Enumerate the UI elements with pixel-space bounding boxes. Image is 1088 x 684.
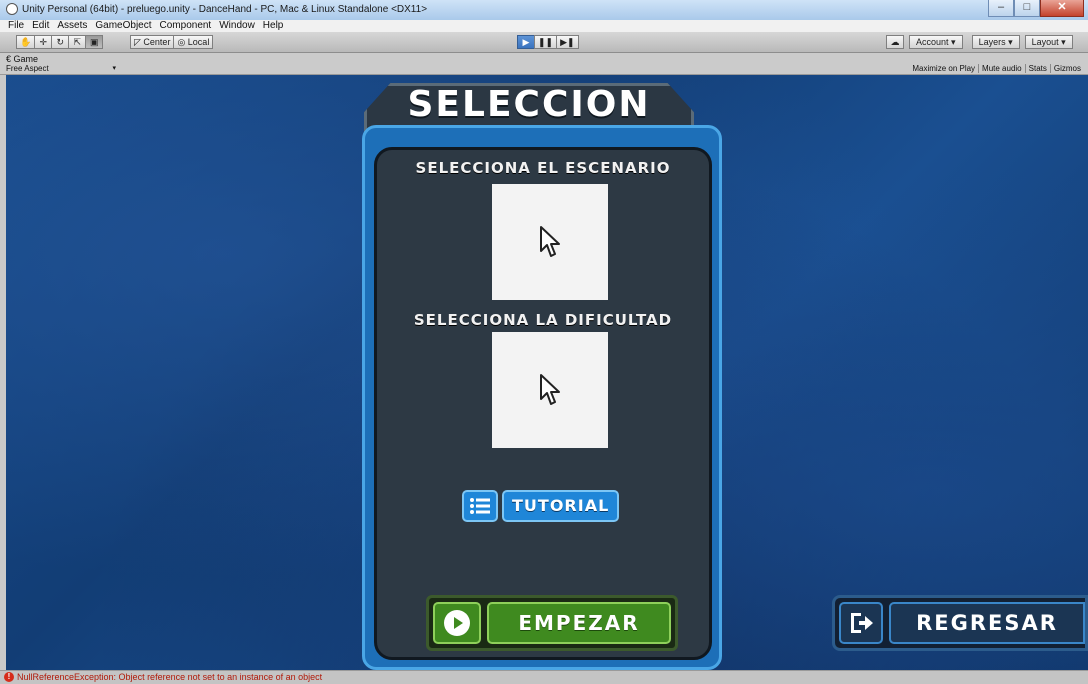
gizmos-dropdown[interactable]: Gizmos: [1049, 64, 1084, 73]
aspect-dropdown[interactable]: Free Aspect ▾: [6, 64, 116, 73]
game-tab-icon: €: [6, 54, 14, 64]
menu-file[interactable]: File: [8, 20, 24, 32]
tutorial-group: TUTORIAL: [462, 490, 620, 522]
cursor-icon: [537, 225, 563, 259]
pivot-center-icon: ◸: [134, 37, 144, 47]
window-titlebar[interactable]: Unity Personal (64bit) - preluego.unity …: [0, 0, 1088, 21]
scale-tool-icon[interactable]: ⇱: [68, 35, 87, 49]
globe-icon: ◎: [177, 37, 188, 47]
pause-button[interactable]: ❚❚: [534, 35, 558, 49]
pivot-center-button[interactable]: ◸ Center: [130, 35, 175, 49]
minimize-button[interactable]: –: [988, 0, 1014, 17]
menu-window[interactable]: Window: [219, 20, 255, 32]
mute-audio-toggle[interactable]: Mute audio: [978, 64, 1025, 73]
start-button[interactable]: EMPEZAR: [487, 602, 671, 644]
back-button[interactable]: REGRESAR: [889, 602, 1085, 644]
pivot-local-button[interactable]: ◎ Local: [173, 35, 214, 49]
account-label: Account: [916, 37, 949, 47]
game-view-header: € Game Free Aspect ▾ Maximize on Play Mu…: [0, 53, 1088, 75]
move-tool-icon[interactable]: ✛: [34, 35, 53, 49]
game-tab[interactable]: € Game: [6, 54, 38, 64]
menu-assets[interactable]: Assets: [57, 20, 87, 32]
window-controls: – □ ✕: [988, 0, 1084, 17]
scene-label: SELECCIONA EL ESCENARIO: [415, 159, 671, 177]
pivot-tools: ◸ Center ◎ Local: [130, 35, 214, 49]
maximize-button[interactable]: □: [1014, 0, 1040, 17]
playback-controls: ▶ ❚❚ ▶❚: [517, 35, 579, 49]
cloud-icon[interactable]: ☁: [886, 35, 904, 49]
menu-edit[interactable]: Edit: [32, 20, 49, 32]
game-viewport: SELECCION SELECCIONA EL ESCENARIO SELECC…: [6, 75, 1088, 670]
pivot-local-label: Local: [187, 37, 210, 47]
play-button[interactable]: ▶: [517, 35, 535, 49]
menu-help[interactable]: Help: [263, 20, 284, 32]
layers-label: Layers: [978, 37, 1006, 47]
unity-toolbar: ✋ ✛ ↻ ⇱ ▣ ◸ Center ◎ Local ▶ ❚❚ ▶❚ ☁ Acc…: [0, 32, 1088, 53]
start-group: EMPEZAR: [426, 595, 678, 651]
error-icon: !: [4, 672, 14, 682]
transform-tools: ✋ ✛ ↻ ⇱ ▣: [16, 35, 104, 49]
right-toolbar: ☁ Account ▾ Layers ▾ Layout ▾: [886, 35, 1073, 49]
list-icon[interactable]: [462, 490, 498, 522]
maximize-on-play-toggle[interactable]: Maximize on Play: [909, 64, 978, 73]
stats-toggle[interactable]: Stats: [1024, 64, 1050, 73]
difficulty-label: SELECCIONA LA DIFICULTAD: [413, 311, 673, 329]
hand-tool-icon[interactable]: ✋: [16, 35, 36, 49]
rotate-tool-icon[interactable]: ↻: [51, 35, 70, 49]
aspect-label: Free Aspect: [6, 64, 49, 73]
menu-component[interactable]: Component: [160, 20, 212, 32]
tutorial-button[interactable]: TUTORIAL: [502, 490, 620, 522]
step-button[interactable]: ▶❚: [556, 35, 579, 49]
layout-dropdown[interactable]: Layout ▾: [1024, 35, 1073, 49]
rect-tool-icon[interactable]: ▣: [85, 35, 104, 49]
exit-icon[interactable]: [839, 602, 883, 644]
unity-app-icon: [6, 3, 18, 15]
window-title: Unity Personal (64bit) - preluego.unity …: [22, 4, 428, 15]
game-tab-label: Game: [13, 54, 39, 64]
account-dropdown[interactable]: Account ▾: [909, 35, 963, 49]
menu-bar: File Edit Assets GameObject Component Wi…: [0, 20, 1088, 32]
layers-dropdown[interactable]: Layers ▾: [971, 35, 1020, 49]
back-group: REGRESAR: [832, 595, 1088, 651]
difficulty-selector[interactable]: [492, 332, 608, 448]
console-status-bar[interactable]: ! NullReferenceException: Object referen…: [0, 670, 1088, 684]
layout-label: Layout: [1031, 37, 1059, 47]
game-view-options: Maximize on Play Mute audio Stats Gizmos: [909, 64, 1084, 73]
scene-selector[interactable]: [492, 184, 608, 300]
close-button[interactable]: ✕: [1040, 0, 1084, 17]
menu-gameobject[interactable]: GameObject: [95, 20, 151, 32]
chevron-down-icon: ▾: [112, 65, 116, 72]
cursor-icon: [537, 373, 563, 407]
panel-title: SELECCION: [407, 84, 651, 125]
pivot-center-label: Center: [143, 37, 171, 47]
status-message: NullReferenceException: Object reference…: [17, 672, 323, 682]
play-circle-icon[interactable]: [433, 602, 481, 644]
